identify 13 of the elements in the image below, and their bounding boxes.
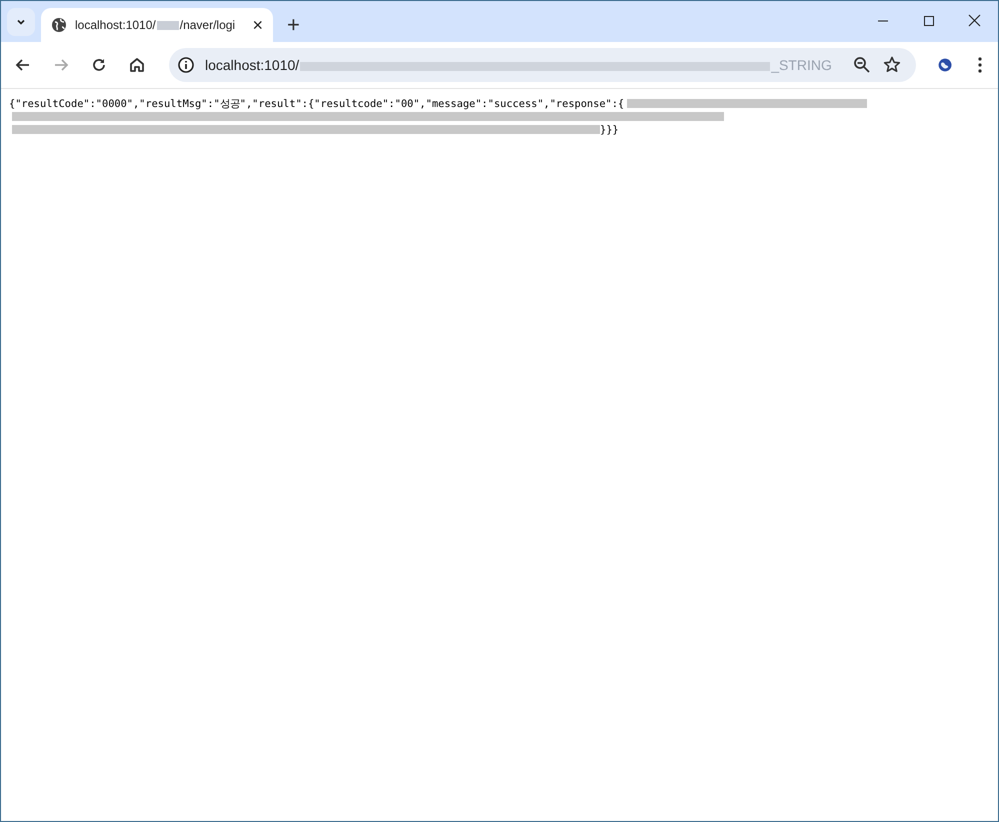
zoom-out-icon[interactable] xyxy=(852,55,872,75)
star-icon[interactable] xyxy=(882,55,902,75)
json-text: {"resultCode":"0000","resultMsg":"성공","result":{"resultcode":"00","message":"success","response":{ xyxy=(9,96,624,110)
info-icon xyxy=(177,56,195,74)
tab-title: localhost:1010/ /naver/logi xyxy=(75,18,236,32)
address-bar[interactable]: localhost:1010/ _STRING xyxy=(169,48,916,82)
url-text: localhost:1010/ _STRING xyxy=(205,57,832,73)
home-icon[interactable] xyxy=(127,55,147,75)
close-tab-button[interactable]: × xyxy=(250,16,265,34)
json-text: }}} xyxy=(600,124,619,136)
new-tab-button[interactable]: + xyxy=(283,14,304,36)
globe-icon xyxy=(51,17,67,33)
browser-tab[interactable]: localhost:1010/ /naver/logi × xyxy=(41,8,273,42)
